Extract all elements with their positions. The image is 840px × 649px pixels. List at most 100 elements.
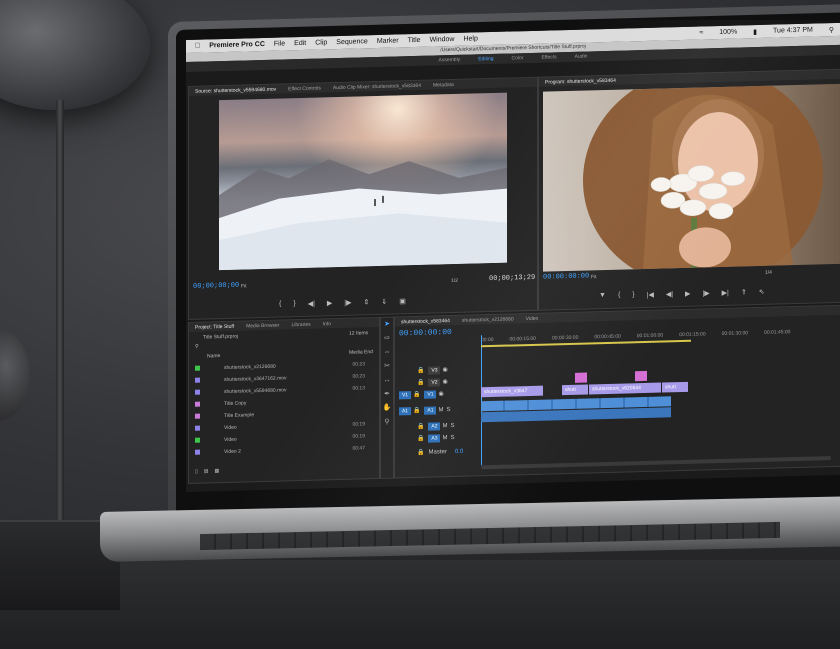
project-footer-icons[interactable]: ▯▤▦ — [195, 468, 225, 475]
play-icon[interactable]: ▶ — [685, 290, 690, 298]
menu-marker[interactable]: Marker — [377, 37, 399, 45]
play-icon[interactable]: ▶ — [327, 299, 332, 307]
extract-icon[interactable]: ⇖ — [759, 288, 765, 296]
zoom-tool-icon[interactable]: ⚲ — [381, 416, 393, 430]
lock-icon[interactable]: 🔒 — [417, 449, 424, 456]
tab-sequence-3[interactable]: Video — [526, 315, 539, 321]
program-resolution[interactable]: 1/4 — [765, 270, 772, 276]
track-label-a2[interactable]: A2 — [428, 421, 441, 431]
column-media-end[interactable]: Media End — [349, 349, 373, 356]
marker-icon[interactable]: ▼ — [599, 292, 606, 300]
wifi-icon[interactable]: ≈ — [699, 29, 703, 37]
mute-toggle[interactable]: M — [442, 423, 447, 429]
tab-program[interactable]: Program: shutterstock_v583464 — [545, 77, 616, 85]
track-a1[interactable]: A1 🔒 A1 M S — [399, 404, 451, 416]
step-forward-icon[interactable]: |▶ — [344, 299, 351, 307]
menu-help[interactable]: Help — [463, 35, 477, 42]
menu-file[interactable]: File — [274, 40, 285, 47]
app-menu[interactable]: Premiere Pro CC — [209, 41, 265, 49]
overwrite-icon[interactable]: ⇓ — [381, 298, 387, 306]
pen-tool-icon[interactable]: ✒ — [381, 388, 393, 402]
slip-tool-icon[interactable]: ↔ — [381, 374, 393, 388]
title-clip[interactable] — [635, 370, 647, 382]
battery-label[interactable]: 100% — [719, 28, 737, 36]
track-a2[interactable]: 🔒 A2 M S — [417, 420, 455, 432]
selection-tool-icon[interactable]: ➤ — [381, 318, 393, 332]
program-timecode[interactable]: 00:00:00:00 — [543, 272, 589, 281]
step-back-icon[interactable]: ◀| — [666, 290, 673, 298]
mute-toggle[interactable]: M — [438, 407, 443, 413]
hand-tool-icon[interactable]: ✋ — [381, 402, 393, 416]
timeline-timecode[interactable]: 00:00:00:00 — [399, 328, 452, 338]
tab-project[interactable]: Project: Title Stuff — [195, 323, 234, 330]
ripple-edit-icon[interactable]: ⇔ — [381, 346, 393, 360]
program-fit-select[interactable]: Fit — [591, 274, 597, 280]
workspace-assembly[interactable]: Assembly — [439, 57, 461, 64]
lift-icon[interactable]: ⇑ — [741, 288, 747, 296]
lock-icon[interactable]: 🔒 — [413, 407, 420, 414]
mark-in-icon[interactable]: { — [618, 292, 620, 300]
tab-libraries[interactable]: Libraries — [291, 321, 310, 328]
apple-icon[interactable]:  — [195, 43, 200, 50]
track-label-a1[interactable]: A1 — [424, 405, 437, 415]
tab-sequence-1[interactable]: shutterstock_v583464 — [401, 318, 450, 325]
tab-info[interactable]: Info — [323, 321, 331, 327]
track-label-a3[interactable]: A3 — [428, 433, 441, 443]
solo-toggle[interactable]: S — [446, 407, 450, 413]
step-back-icon[interactable]: ◀| — [308, 300, 315, 308]
eye-icon[interactable]: ◉ — [442, 366, 447, 373]
tab-effect-controls[interactable]: Effect Controls — [288, 85, 321, 92]
workspace-color[interactable]: Color — [512, 55, 524, 61]
lock-icon[interactable]: 🔒 — [417, 423, 424, 430]
menu-window[interactable]: Window — [430, 36, 455, 44]
timeline-scrollbar[interactable] — [481, 456, 831, 470]
tab-metadata[interactable]: Metadata — [433, 81, 454, 88]
title-clip[interactable] — [575, 372, 587, 383]
lock-icon[interactable]: 🔒 — [417, 435, 424, 442]
source-resolution[interactable]: 1/2 — [451, 278, 458, 284]
source-patch-a1[interactable]: A1 — [399, 406, 411, 415]
go-to-in-icon[interactable]: |◀ — [647, 291, 654, 299]
menu-sequence[interactable]: Sequence — [336, 38, 368, 46]
eye-icon[interactable]: ◉ — [442, 378, 447, 385]
battery-icon[interactable]: ▮ — [753, 28, 757, 36]
solo-toggle[interactable]: S — [450, 422, 454, 428]
mute-toggle[interactable]: M — [442, 435, 447, 441]
menu-clip[interactable]: Clip — [315, 39, 327, 46]
menu-edit[interactable]: Edit — [294, 40, 306, 47]
solo-toggle[interactable]: S — [450, 434, 454, 440]
insert-icon[interactable]: ⇕ — [363, 298, 369, 306]
video-clip[interactable]: shutterstock_v3647 — [481, 385, 543, 398]
workspace-editing[interactable]: Editing — [478, 56, 493, 62]
track-a3[interactable]: 🔒 A3 M S — [417, 432, 455, 444]
eye-icon[interactable]: ◉ — [438, 390, 443, 397]
track-label-v3[interactable]: V3 — [428, 365, 441, 375]
export-frame-icon[interactable]: ▣ — [399, 297, 406, 305]
workspace-audio[interactable]: Audio — [575, 53, 588, 59]
source-fit-select[interactable]: Fit — [241, 283, 247, 289]
track-v1[interactable]: V1 🔒 V1 ◉ — [399, 388, 444, 400]
source-patch-v1[interactable]: V1 — [399, 390, 411, 399]
tab-source[interactable]: Source: shutterstock_v5594680.mov — [195, 86, 276, 94]
tab-media-browser[interactable]: Media Browser — [246, 322, 279, 329]
track-label-v2[interactable]: V2 — [428, 377, 441, 387]
mark-out-icon[interactable]: } — [632, 291, 634, 299]
go-to-out-icon[interactable]: ▶| — [722, 289, 729, 297]
lock-icon[interactable]: 🔒 — [413, 391, 420, 398]
menu-title[interactable]: Title — [408, 37, 421, 44]
step-forward-icon[interactable]: |▶ — [702, 289, 709, 297]
search-icon[interactable]: ⚲ — [829, 26, 834, 34]
project-search-icon[interactable]: ⚲ — [195, 344, 199, 350]
track-select-icon[interactable]: ⇨ — [381, 332, 393, 346]
track-label-v1[interactable]: V1 — [424, 389, 437, 399]
video-clip[interactable]: shutt — [662, 381, 688, 393]
mark-in-icon[interactable]: { — [279, 301, 281, 309]
track-master[interactable]: 🔒 Master 0.0 — [417, 446, 463, 458]
clock[interactable]: Tue 4:37 PM — [773, 26, 813, 35]
master-level[interactable]: 0.0 — [455, 448, 463, 454]
tab-audio-clip-mixer[interactable]: Audio Clip Mixer: shutterstock_v583464 — [333, 82, 421, 90]
razor-tool-icon[interactable]: ✂ — [381, 360, 393, 374]
lock-icon[interactable]: 🔒 — [417, 367, 424, 374]
tab-sequence-2[interactable]: shutterstock_v2126680 — [462, 316, 514, 323]
track-v3[interactable]: 🔒 V3 ◉ — [417, 364, 448, 376]
